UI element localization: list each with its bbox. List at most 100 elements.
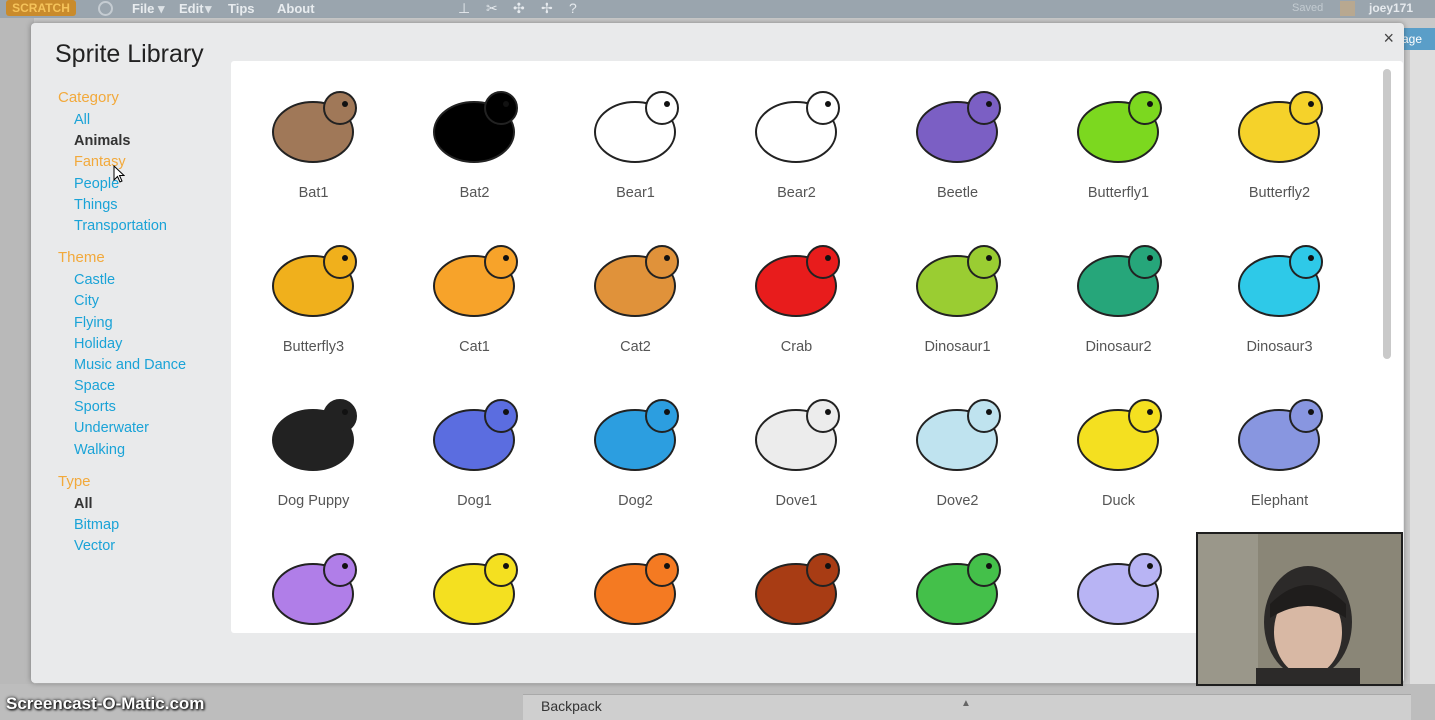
sprite-thumbnail-dog1 (433, 399, 518, 471)
sprite-name: Cat1 (459, 339, 490, 355)
user-avatar[interactable] (1340, 1, 1355, 16)
sprite-thumbnail-bat1 (272, 91, 357, 163)
sprite-thumbnail-dinosaur1 (916, 245, 1001, 317)
sprite-thumbnail-dinosaur2 (1077, 245, 1162, 317)
sprite-tile-butterfly2[interactable]: Butterfly2 (1199, 61, 1360, 211)
sprite-tile-sprite-22[interactable] (233, 523, 394, 633)
scratch-logo[interactable]: SCRATCH (6, 0, 76, 16)
sprite-tile-sprite-23[interactable] (394, 523, 555, 633)
sprite-tile-duck[interactable]: Duck (1038, 369, 1199, 519)
sprite-tile-bear2[interactable]: Bear2 (716, 61, 877, 211)
file-menu-caret-icon[interactable]: ▾ (158, 1, 165, 17)
sprite-name: Bat1 (298, 185, 329, 201)
dialog-title: Sprite Library (55, 40, 204, 68)
filter-theme-flying[interactable]: Flying (74, 313, 238, 334)
sprite-thumbnail-dinosaur3 (1238, 245, 1323, 317)
filter-type-all[interactable]: All (74, 494, 238, 515)
sprite-tile-dog-puppy[interactable]: Dog Puppy (233, 369, 394, 519)
stage-button[interactable]: age (1402, 28, 1435, 50)
backpack-bar[interactable]: Backpack ▲ (523, 694, 1411, 720)
sprite-name: Cat2 (620, 339, 651, 355)
language-globe-icon[interactable] (98, 1, 113, 16)
sprite-thumbnail-dove2 (916, 399, 1001, 471)
sprite-tile-dinosaur1[interactable]: Dinosaur1 (877, 215, 1038, 365)
sprite-name: Dog2 (618, 493, 653, 509)
sprite-thumbnail-crab (755, 245, 840, 317)
type-heading: Type (58, 472, 91, 490)
sprite-tile-cat1[interactable]: Cat1 (394, 215, 555, 365)
sprite-thumbnail-butterfly1 (1077, 91, 1162, 163)
category-heading: Category (58, 89, 119, 106)
grid-scrollbar[interactable] (1383, 69, 1391, 359)
webcam-overlay (1196, 532, 1403, 686)
filter-theme-music-and-dance[interactable]: Music and Dance (74, 355, 238, 376)
sprite-tile-bat2[interactable]: Bat2 (394, 61, 555, 211)
cut-scissors-icon[interactable]: ✂ (486, 0, 498, 17)
sprite-name: Butterfly2 (1248, 185, 1311, 201)
filter-type-vector[interactable]: Vector (74, 536, 238, 557)
sprite-tile-dove2[interactable]: Dove2 (877, 369, 1038, 519)
filter-theme-holiday[interactable]: Holiday (74, 334, 238, 355)
help-icon[interactable]: ? (569, 0, 577, 16)
sprite-name: Dinosaur3 (1246, 339, 1313, 355)
sprite-tile-dog1[interactable]: Dog1 (394, 369, 555, 519)
sprite-tile-dove1[interactable]: Dove1 (716, 369, 877, 519)
shrink-icon[interactable]: ✢ (541, 0, 553, 17)
category-list: All Animals Fantasy People Things Transp… (74, 110, 238, 237)
editor-left-panel (0, 18, 34, 718)
username[interactable]: joey171 (1369, 1, 1413, 15)
sprite-tile-dog2[interactable]: Dog2 (555, 369, 716, 519)
sprite-name: Bear1 (616, 185, 655, 201)
filter-theme-space[interactable]: Space (74, 376, 238, 397)
sprite-tile-sprite-25[interactable] (716, 523, 877, 633)
sprite-tile-sprite-27[interactable] (1038, 523, 1199, 633)
filter-type-bitmap[interactable]: Bitmap (74, 515, 238, 536)
webcam-person-image (1198, 534, 1401, 684)
edit-menu-caret-icon[interactable]: ▾ (205, 1, 212, 17)
sprite-name: Bat2 (459, 185, 490, 201)
sprite-tile-sprite-24[interactable] (555, 523, 716, 633)
close-icon[interactable]: × (1383, 28, 1394, 49)
filter-category-animals[interactable]: Animals (74, 131, 238, 152)
mouse-pointer-icon (113, 165, 125, 183)
filter-category-transportation[interactable]: Transportation (74, 216, 238, 237)
filter-category-people[interactable]: People (74, 174, 238, 195)
edit-menu[interactable]: Edit (179, 1, 204, 16)
sprite-thumbnail-sprite-24 (594, 553, 679, 625)
filter-category-things[interactable]: Things (74, 195, 238, 216)
sprite-tile-crab[interactable]: Crab (716, 215, 877, 365)
sprite-tile-butterfly3[interactable]: Butterfly3 (233, 215, 394, 365)
filter-theme-city[interactable]: City (74, 291, 238, 312)
sprite-name: Elephant (1250, 493, 1309, 509)
tips-menu[interactable]: Tips (228, 1, 255, 16)
filter-theme-castle[interactable]: Castle (74, 270, 238, 291)
filter-category-all[interactable]: All (74, 110, 238, 131)
sprite-thumbnail-sprite-27 (1077, 553, 1162, 625)
filter-theme-underwater[interactable]: Underwater (74, 418, 238, 439)
filter-category-fantasy[interactable]: Fantasy (74, 152, 238, 173)
sprite-tile-bear1[interactable]: Bear1 (555, 61, 716, 211)
sprite-tile-dinosaur3[interactable]: Dinosaur3 (1199, 215, 1360, 365)
sprite-thumbnail-beetle (916, 91, 1001, 163)
sprite-tile-elephant[interactable]: Elephant (1199, 369, 1360, 519)
sprite-thumbnail-duck (1077, 399, 1162, 471)
grow-icon[interactable]: ✣ (513, 0, 525, 17)
sprite-thumbnail-dog-puppy (272, 399, 357, 471)
duplicate-stamp-icon[interactable]: ⊥ (458, 0, 470, 17)
filter-theme-walking[interactable]: Walking (74, 440, 238, 461)
backpack-toggle-icon[interactable]: ▲ (961, 698, 971, 709)
sprite-thumbnail-sprite-22 (272, 553, 357, 625)
sprite-tile-dinosaur2[interactable]: Dinosaur2 (1038, 215, 1199, 365)
about-menu[interactable]: About (277, 1, 315, 16)
sprite-thumbnail-cat2 (594, 245, 679, 317)
sprite-thumbnail-sprite-23 (433, 553, 518, 625)
file-menu[interactable]: File (132, 1, 154, 16)
sprite-tile-butterfly1[interactable]: Butterfly1 (1038, 61, 1199, 211)
saved-status: Saved (1292, 2, 1324, 14)
sprite-tile-bat1[interactable]: Bat1 (233, 61, 394, 211)
sprite-tile-sprite-26[interactable] (877, 523, 1038, 633)
filter-theme-sports[interactable]: Sports (74, 397, 238, 418)
screencast-watermark: Screencast-O-Matic.com (6, 694, 205, 713)
sprite-tile-cat2[interactable]: Cat2 (555, 215, 716, 365)
sprite-tile-beetle[interactable]: Beetle (877, 61, 1038, 211)
